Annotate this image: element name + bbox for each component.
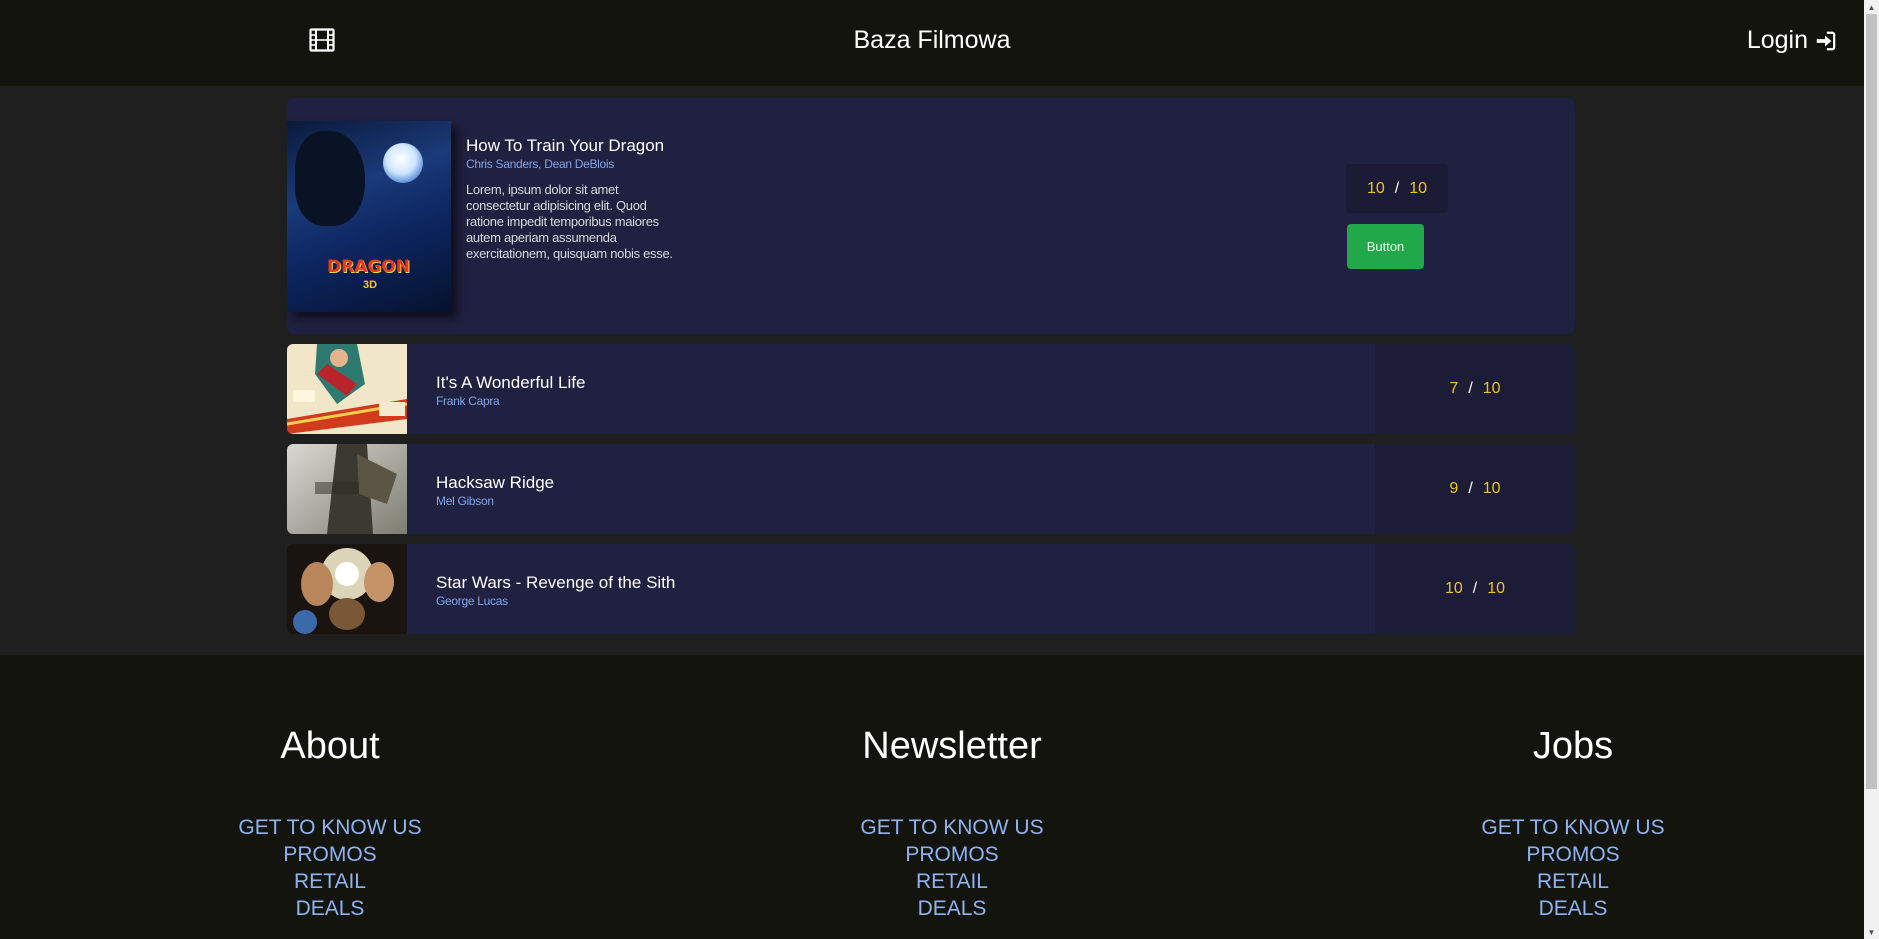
rating-value: 10 — [1444, 580, 1463, 597]
footer-link[interactable]: PROMOS — [1373, 841, 1773, 868]
rating-separator: / — [1472, 580, 1478, 597]
movie-rating: 7 / 10 — [1375, 344, 1575, 434]
movie-poster — [287, 444, 407, 534]
footer-link[interactable]: GET TO KNOW US — [752, 814, 1152, 841]
rating-separator: / — [1394, 179, 1400, 197]
page-scrollbar[interactable]: ▲ ▼ — [1864, 0, 1879, 939]
scroll-up-icon[interactable]: ▲ — [1864, 0, 1879, 14]
footer-link[interactable]: GET TO KNOW US — [1373, 814, 1773, 841]
footer-heading: About — [280, 725, 380, 767]
movie-row[interactable]: Star Wars - Revenge of the Sith George L… — [287, 544, 1575, 634]
movie-poster — [287, 544, 407, 634]
footer-link[interactable]: PROMOS — [752, 841, 1152, 868]
site-title: Baza Filmowa — [853, 26, 1011, 54]
movie-row[interactable]: It's A Wonderful Life Frank Capra 7 / 10 — [287, 344, 1575, 434]
featured-movie-card[interactable]: DRAGON 3D How To Train Your Dragon Chris… — [287, 98, 1575, 334]
site-footer: About GET TO KNOW US PROMOS RETAIL DEALS… — [0, 655, 1864, 939]
movie-title: Star Wars - Revenge of the Sith — [436, 573, 676, 592]
footer-column-newsletter: Newsletter GET TO KNOW US PROMOS RETAIL … — [752, 725, 1152, 922]
footer-link[interactable]: DEALS — [1373, 895, 1773, 922]
footer-link[interactable]: DEALS — [130, 895, 530, 922]
movie-list: DRAGON 3D How To Train Your Dragon Chris… — [0, 86, 1864, 655]
scrollbar-thumb[interactable] — [1866, 14, 1877, 789]
rating-value: 10 — [1366, 179, 1385, 197]
rating-separator: / — [1468, 480, 1473, 497]
scroll-down-icon[interactable]: ▼ — [1864, 925, 1879, 939]
movie-director: George Lucas — [436, 594, 508, 608]
sign-in-icon — [1816, 31, 1836, 50]
movie-rating: 9 / 10 — [1375, 444, 1575, 534]
rating-value: 9 — [1449, 480, 1459, 497]
rating-value: 7 — [1449, 380, 1459, 397]
movie-title: How To Train Your Dragon — [466, 136, 665, 155]
login-label: Login — [1746, 26, 1808, 54]
footer-column-about: About GET TO KNOW US PROMOS RETAIL DEALS — [130, 725, 530, 922]
footer-link[interactable]: RETAIL — [1373, 868, 1773, 895]
movie-rating: 10 / 10 — [1346, 164, 1448, 213]
footer-link[interactable]: RETAIL — [752, 868, 1152, 895]
footer-column-jobs: Jobs GET TO KNOW US PROMOS RETAIL DEALS — [1373, 725, 1773, 922]
poster-subtitle: 3D — [363, 279, 378, 291]
movie-description: Lorem, ipsum dolor sit amet consectetur … — [466, 182, 673, 261]
rating-max: 10 — [1409, 179, 1428, 197]
movie-poster: DRAGON 3D — [287, 121, 451, 312]
footer-link[interactable]: PROMOS — [130, 841, 530, 868]
footer-heading: Newsletter — [862, 725, 1042, 767]
rating-max: 10 — [1487, 580, 1506, 597]
footer-link[interactable]: DEALS — [752, 895, 1152, 922]
footer-heading: Jobs — [1532, 725, 1614, 767]
movie-director: Frank Capra — [436, 394, 500, 408]
movie-director: Chris Sanders, Dean DeBlois — [466, 157, 614, 171]
poster-title: DRAGON — [327, 257, 410, 277]
movie-title: It's A Wonderful Life — [436, 373, 586, 392]
action-button[interactable]: Button — [1347, 224, 1424, 269]
movie-director: Mel Gibson — [436, 494, 494, 508]
login-link[interactable]: Login — [1747, 26, 1836, 55]
rating-max: 10 — [1482, 480, 1501, 497]
footer-link[interactable]: GET TO KNOW US — [130, 814, 530, 841]
movie-row[interactable]: Hacksaw Ridge Mel Gibson 9 / 10 — [287, 444, 1575, 534]
movie-rating: 10 / 10 — [1375, 544, 1575, 634]
movie-title: Hacksaw Ridge — [436, 473, 555, 492]
rating-separator: / — [1468, 380, 1473, 397]
rating-max: 10 — [1482, 380, 1501, 397]
site-header: Baza Filmowa Login — [0, 0, 1864, 86]
footer-link[interactable]: RETAIL — [130, 868, 530, 895]
movie-poster — [287, 344, 407, 434]
